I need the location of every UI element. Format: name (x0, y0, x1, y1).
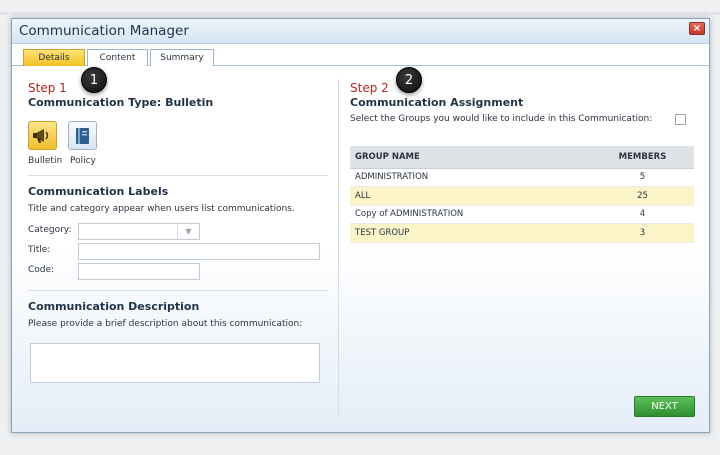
communication-manager-dialog: Communication Manager × Details Content … (11, 18, 710, 433)
tab-details[interactable]: Details (23, 49, 85, 66)
title-field-label: Title: (28, 245, 51, 255)
table-row[interactable]: TEST GROUP 3 (350, 223, 694, 243)
megaphone-icon (33, 129, 49, 143)
bulletin-type-button[interactable] (28, 121, 57, 150)
members-header[interactable]: MEMBERS (586, 146, 694, 169)
column-divider (338, 79, 339, 417)
group-name-cell: ADMINISTRATION (350, 168, 586, 187)
chevron-down-icon[interactable]: ▼ (177, 224, 199, 239)
title-bar[interactable]: Communication Manager × (12, 19, 709, 44)
tab-summary[interactable]: Summary (150, 49, 214, 66)
group-name-cell: TEST GROUP (350, 223, 586, 243)
step1-title: Step 1 (28, 81, 67, 95)
groups-table: GROUP NAME MEMBERS ADMINISTRATION 5 ALL … (350, 146, 694, 243)
members-cell: 3 (586, 223, 694, 243)
communication-type-heading: Communication Type: Bulletin (28, 96, 214, 109)
tab-content[interactable]: Content (87, 49, 148, 66)
next-button[interactable]: NEXT (634, 396, 695, 417)
group-name-header[interactable]: GROUP NAME (350, 146, 586, 169)
select-all-checkbox[interactable] (675, 114, 686, 125)
communication-labels-heading: Communication Labels (28, 185, 169, 198)
step-marker-1: 1 (81, 67, 107, 93)
communication-description-heading: Communication Description (28, 300, 200, 313)
communication-assignment-heading: Communication Assignment (350, 96, 524, 109)
step-marker-2: 2 (396, 67, 422, 93)
members-cell: 25 (586, 186, 694, 206)
title-input[interactable] (78, 243, 320, 260)
backdrop-stripe (0, 12, 720, 15)
section-divider (28, 175, 328, 176)
table-row[interactable]: ADMINISTRATION 5 (350, 168, 694, 187)
code-input[interactable] (78, 263, 200, 280)
group-name-cell: Copy of ADMINISTRATION (350, 205, 586, 224)
close-icon: × (692, 23, 702, 34)
select-groups-hint: Select the Groups you would like to incl… (350, 114, 653, 124)
table-header-row: GROUP NAME MEMBERS (350, 146, 694, 169)
step2-title: Step 2 (350, 81, 389, 95)
description-hint: Please provide a brief description about… (28, 319, 303, 329)
tab-bar: Details Content Summary (12, 45, 709, 66)
members-cell: 5 (586, 168, 694, 187)
code-field-label: Code: (28, 265, 55, 275)
labels-hint: Title and category appear when users lis… (28, 204, 295, 214)
category-select[interactable]: ▼ (78, 223, 200, 240)
bulletin-label: Bulletin (28, 156, 63, 166)
section-divider (28, 290, 328, 291)
close-button[interactable]: × (689, 22, 705, 35)
book-icon (76, 128, 89, 144)
category-label: Category: (28, 225, 72, 235)
group-name-cell: ALL (350, 186, 586, 206)
description-textarea[interactable] (30, 343, 320, 383)
policy-label: Policy (70, 156, 96, 166)
members-cell: 4 (586, 205, 694, 224)
policy-type-button[interactable] (68, 121, 97, 150)
table-row[interactable]: ALL 25 (350, 186, 694, 206)
window-title: Communication Manager (19, 23, 189, 39)
table-row[interactable]: Copy of ADMINISTRATION 4 (350, 205, 694, 224)
